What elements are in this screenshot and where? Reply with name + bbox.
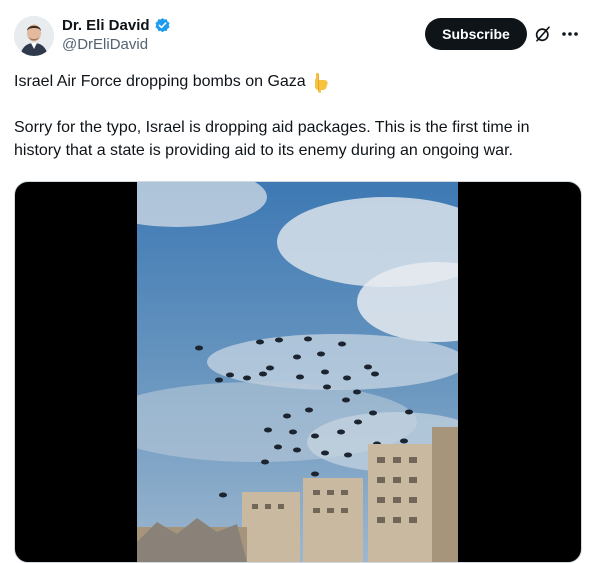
tweet-header: Dr. Eli David @DrEliDavid Subscribe (14, 14, 581, 62)
pointing-down-icon (312, 71, 330, 93)
display-name[interactable]: Dr. Eli David (62, 17, 150, 34)
video-frame[interactable] (137, 182, 458, 562)
author-handle[interactable]: @DrEliDavid (62, 36, 171, 53)
verified-badge-icon (154, 17, 171, 34)
more-options-icon[interactable] (559, 24, 581, 44)
avatar[interactable] (14, 16, 54, 56)
tweet-text-line-2: Sorry for the typo, Israel is dropping a… (14, 119, 530, 159)
author-info: Dr. Eli David @DrEliDavid (62, 17, 171, 53)
tweet-line-1: Israel Air Force dropping bombs on Gaza (14, 70, 580, 93)
video-media[interactable] (14, 181, 582, 563)
grok-icon[interactable] (534, 25, 552, 43)
subscribe-button[interactable]: Subscribe (425, 18, 527, 50)
tweet-text-line-1: Israel Air Force dropping bombs on Gaza (14, 73, 306, 90)
tweet-text: Israel Air Force dropping bombs on Gaza … (14, 70, 580, 162)
